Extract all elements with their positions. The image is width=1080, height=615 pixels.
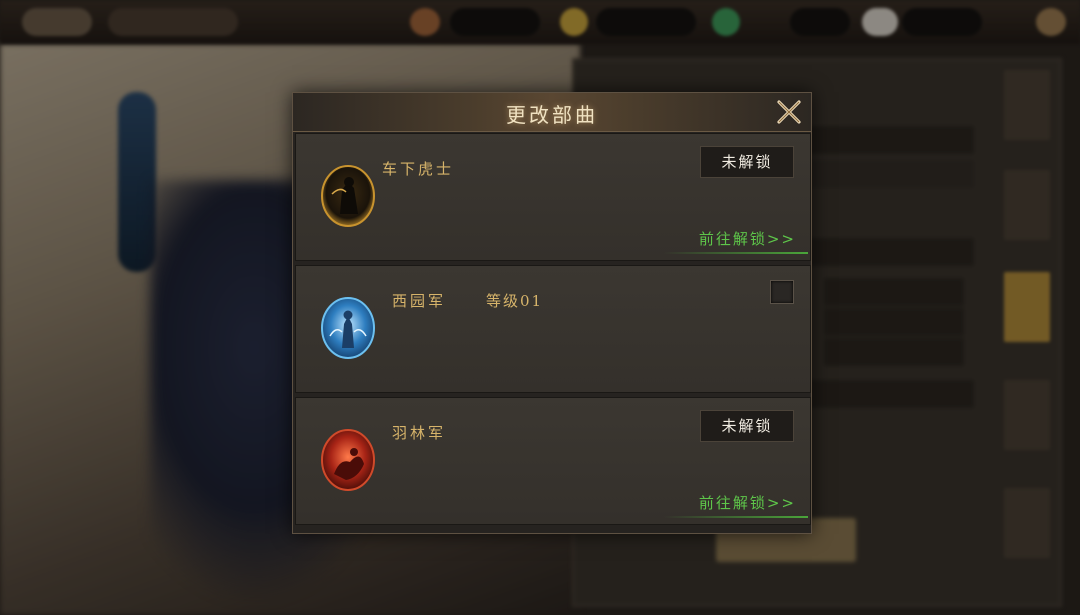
close-button[interactable] <box>775 98 803 126</box>
change-troop-dialog: 更改部曲 车下虎士 未解锁 前往解锁>> 西园军 等级01 羽林军 未解锁 前往… <box>292 92 812 534</box>
locked-badge: 未解锁 <box>700 410 794 442</box>
go-unlock-link[interactable]: 前往解锁>> <box>699 228 796 249</box>
unit-name: 西园军 <box>392 292 447 310</box>
tiger-guard-portrait-icon <box>321 165 375 227</box>
troop-card[interactable]: 车下虎士 未解锁 前往解锁>> <box>295 133 811 261</box>
close-icon <box>777 100 801 124</box>
link-underline <box>664 516 808 518</box>
unit-level: 等级01 <box>486 292 544 310</box>
unit-name: 车下虎士 <box>382 160 455 178</box>
locked-badge: 未解锁 <box>700 146 794 178</box>
xiyuan-army-portrait-icon <box>321 297 375 359</box>
link-underline <box>664 252 808 254</box>
dialog-header: 更改部曲 <box>293 93 811 132</box>
troop-card[interactable]: 羽林军 未解锁 前往解锁>> <box>295 397 811 525</box>
go-unlock-link[interactable]: 前往解锁>> <box>699 492 796 513</box>
dialog-title: 更改部曲 <box>506 103 598 127</box>
yulin-army-portrait-icon <box>321 429 375 491</box>
troop-card[interactable]: 西园军 等级01 <box>295 265 811 393</box>
select-checkbox[interactable] <box>770 280 794 304</box>
unit-name: 羽林军 <box>392 424 447 442</box>
